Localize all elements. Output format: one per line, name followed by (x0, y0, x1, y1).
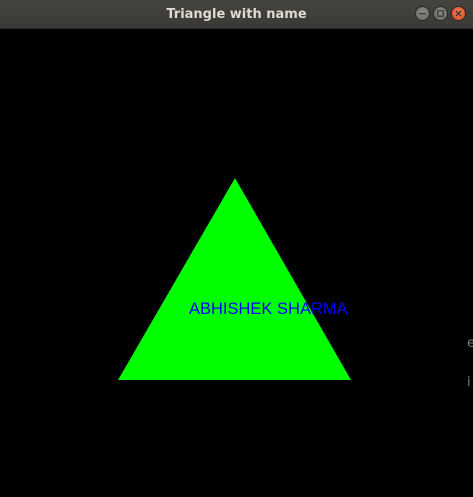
app-window: Triangle with name ABHISHEK SHARMA e i (0, 0, 473, 497)
minimize-icon (419, 13, 426, 15)
window-controls (415, 6, 466, 23)
edge-fragment-1: e (467, 337, 473, 351)
minimize-button[interactable] (415, 6, 430, 21)
close-icon (455, 10, 462, 17)
maximize-icon (437, 10, 444, 17)
title-bar[interactable]: Triangle with name (0, 0, 473, 29)
window-title: Triangle with name (166, 7, 307, 22)
edge-fragment-2: i (467, 376, 471, 390)
green-triangle (118, 178, 351, 380)
scene-svg: ABHISHEK SHARMA (118, 178, 351, 380)
close-button[interactable] (451, 6, 466, 21)
name-label: ABHISHEK SHARMA (189, 300, 348, 318)
maximize-button[interactable] (433, 6, 448, 21)
drawing-canvas: ABHISHEK SHARMA (0, 29, 473, 497)
